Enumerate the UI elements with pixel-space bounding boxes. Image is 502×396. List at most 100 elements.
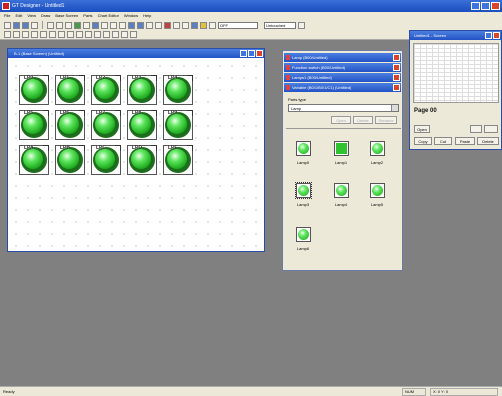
lamp-object[interactable]: LP6 xyxy=(55,110,85,140)
lamp-object[interactable]: LP5 xyxy=(19,110,49,140)
layer2-icon[interactable] xyxy=(155,21,162,29)
cut-icon[interactable] xyxy=(47,21,54,29)
lamp-object[interactable]: LPD xyxy=(127,145,157,175)
circle-icon[interactable] xyxy=(58,31,65,38)
lamp-object[interactable]: LPB xyxy=(55,145,85,175)
lamp-object[interactable]: LP4 xyxy=(163,75,193,105)
parts-type-select[interactable]: Lamp xyxy=(288,104,399,112)
lamp-object[interactable]: LP0 xyxy=(19,75,49,105)
base-screen-titlebar[interactable]: B-1 (Base Screen) (Untitled) xyxy=(8,49,264,58)
part-item[interactable]: Lamp5 xyxy=(362,181,392,211)
parts-delete-button[interactable]: Delete xyxy=(353,116,373,124)
drawing-canvas[interactable]: LP0 LP1 LP2 LP3 LP4 LP5 LP6 LP7 LP8 LP9 … xyxy=(10,60,262,250)
polyline-icon[interactable] xyxy=(31,31,38,38)
dock-close-icon[interactable] xyxy=(393,84,400,91)
close-button[interactable] xyxy=(491,2,500,10)
lamp-object[interactable]: LPA xyxy=(19,145,49,175)
menu-chart-editor[interactable]: Chart Editor xyxy=(98,12,119,20)
text-tool-icon[interactable] xyxy=(173,21,180,29)
menu-draw[interactable]: Draw xyxy=(41,12,50,20)
save-icon[interactable] xyxy=(22,21,29,29)
part-item[interactable]: Lamp2 xyxy=(362,139,392,169)
base-maximize-button[interactable] xyxy=(248,50,255,57)
paint-icon[interactable] xyxy=(121,31,128,38)
paste-button[interactable]: Paste xyxy=(455,137,475,145)
dock-close-icon[interactable] xyxy=(393,64,400,71)
menu-base-screen[interactable]: Base Screen xyxy=(55,12,78,20)
base-screen-window[interactable]: B-1 (Base Screen) (Untitled) LP0 LP1 LP2… xyxy=(7,48,265,252)
next-button[interactable] xyxy=(484,125,498,133)
polygon-icon[interactable] xyxy=(49,31,56,38)
new-icon[interactable] xyxy=(4,21,11,29)
screen-icon[interactable] xyxy=(128,21,135,29)
lamp-object[interactable]: LP8 xyxy=(127,110,157,140)
screen-list-window[interactable]: Untitled1 - Screen Page 00 Open Copy Cut… xyxy=(409,30,502,150)
part-item[interactable]: Lamp0 xyxy=(288,139,318,169)
util-minimize-button[interactable] xyxy=(485,32,492,39)
menu-help[interactable]: Help xyxy=(143,12,151,20)
redo-icon[interactable] xyxy=(83,21,90,29)
touch-combo[interactable]: Untouched xyxy=(264,21,296,29)
lamp-object[interactable]: LP2 xyxy=(91,75,121,105)
menu-file[interactable]: File xyxy=(4,12,10,20)
arc-icon[interactable] xyxy=(67,31,74,38)
open-button[interactable]: Open xyxy=(414,125,430,133)
screen-grid[interactable] xyxy=(413,43,499,103)
align-icon[interactable] xyxy=(110,21,117,29)
dot-icon[interactable] xyxy=(112,31,119,38)
layer-icon[interactable] xyxy=(146,21,153,29)
lamp-object[interactable]: LP1 xyxy=(55,75,85,105)
part-item[interactable]: Lamp4 xyxy=(326,181,356,211)
arrow-icon[interactable] xyxy=(182,21,189,29)
lamp-object[interactable]: LPC xyxy=(91,145,121,175)
dock-lamp[interactable]: Lamp (B00/Untitled) xyxy=(284,53,401,62)
menu-window[interactable]: Window xyxy=(124,12,138,20)
view-icon[interactable] xyxy=(209,21,216,29)
copy-button[interactable]: Copy xyxy=(414,137,432,145)
bitmap-icon[interactable] xyxy=(103,31,110,38)
parts-rename-button[interactable]: Rename xyxy=(375,116,397,124)
prev-button[interactable] xyxy=(470,125,482,133)
part-item[interactable]: Lamp1 xyxy=(326,139,356,169)
object-icon[interactable] xyxy=(164,21,171,29)
pie-icon[interactable] xyxy=(76,31,83,38)
select-icon[interactable] xyxy=(4,31,11,38)
cut-button[interactable]: Cut xyxy=(434,137,452,145)
lamp-object[interactable]: LP9 xyxy=(163,110,193,140)
parts-open-button[interactable]: Open xyxy=(331,116,351,124)
delete-button[interactable]: Delete xyxy=(477,137,499,145)
undo-icon[interactable] xyxy=(74,21,81,29)
tool-icon[interactable] xyxy=(298,21,305,29)
copy-icon[interactable] xyxy=(56,21,63,29)
part-item[interactable]: Lamp6 xyxy=(288,225,318,255)
switch-tool-icon[interactable] xyxy=(200,21,207,29)
grid-icon[interactable] xyxy=(101,21,108,29)
menu-parts[interactable]: Parts xyxy=(83,12,92,20)
dock-close-icon[interactable] xyxy=(393,54,400,61)
util-close-button[interactable] xyxy=(493,32,500,39)
text-icon[interactable] xyxy=(13,31,20,38)
dock-function-switch[interactable]: Function switch (B00/Untitled) xyxy=(284,63,401,72)
base-minimize-button[interactable] xyxy=(240,50,247,57)
dock-close-icon[interactable] xyxy=(393,74,400,81)
lamp-tool-icon[interactable] xyxy=(191,21,198,29)
open-icon[interactable] xyxy=(13,21,20,29)
screen2-icon[interactable] xyxy=(137,21,144,29)
maximize-button[interactable] xyxy=(481,2,490,10)
scale-icon[interactable] xyxy=(85,31,92,38)
fill-icon[interactable] xyxy=(94,31,101,38)
menu-view[interactable]: View xyxy=(27,12,36,20)
group-icon[interactable] xyxy=(119,21,126,29)
lamp-object[interactable]: LP7 xyxy=(91,110,121,140)
rotate-icon[interactable] xyxy=(130,31,137,38)
paste-icon[interactable] xyxy=(65,21,72,29)
minimize-button[interactable] xyxy=(471,2,480,10)
lamp-object[interactable]: LP3 xyxy=(127,75,157,105)
menu-edit[interactable]: Edit xyxy=(15,12,22,20)
rectangle-icon[interactable] xyxy=(40,31,47,38)
dock-variable[interactable]: Variable (B0/1/B0/1/C1) (Untitled) xyxy=(284,83,401,92)
dock-lamps1[interactable]: Lamps1 (B00/Untitled) xyxy=(284,73,401,82)
base-close-button[interactable] xyxy=(256,50,263,57)
print-icon[interactable] xyxy=(31,21,38,29)
zoom-icon[interactable] xyxy=(92,21,99,29)
